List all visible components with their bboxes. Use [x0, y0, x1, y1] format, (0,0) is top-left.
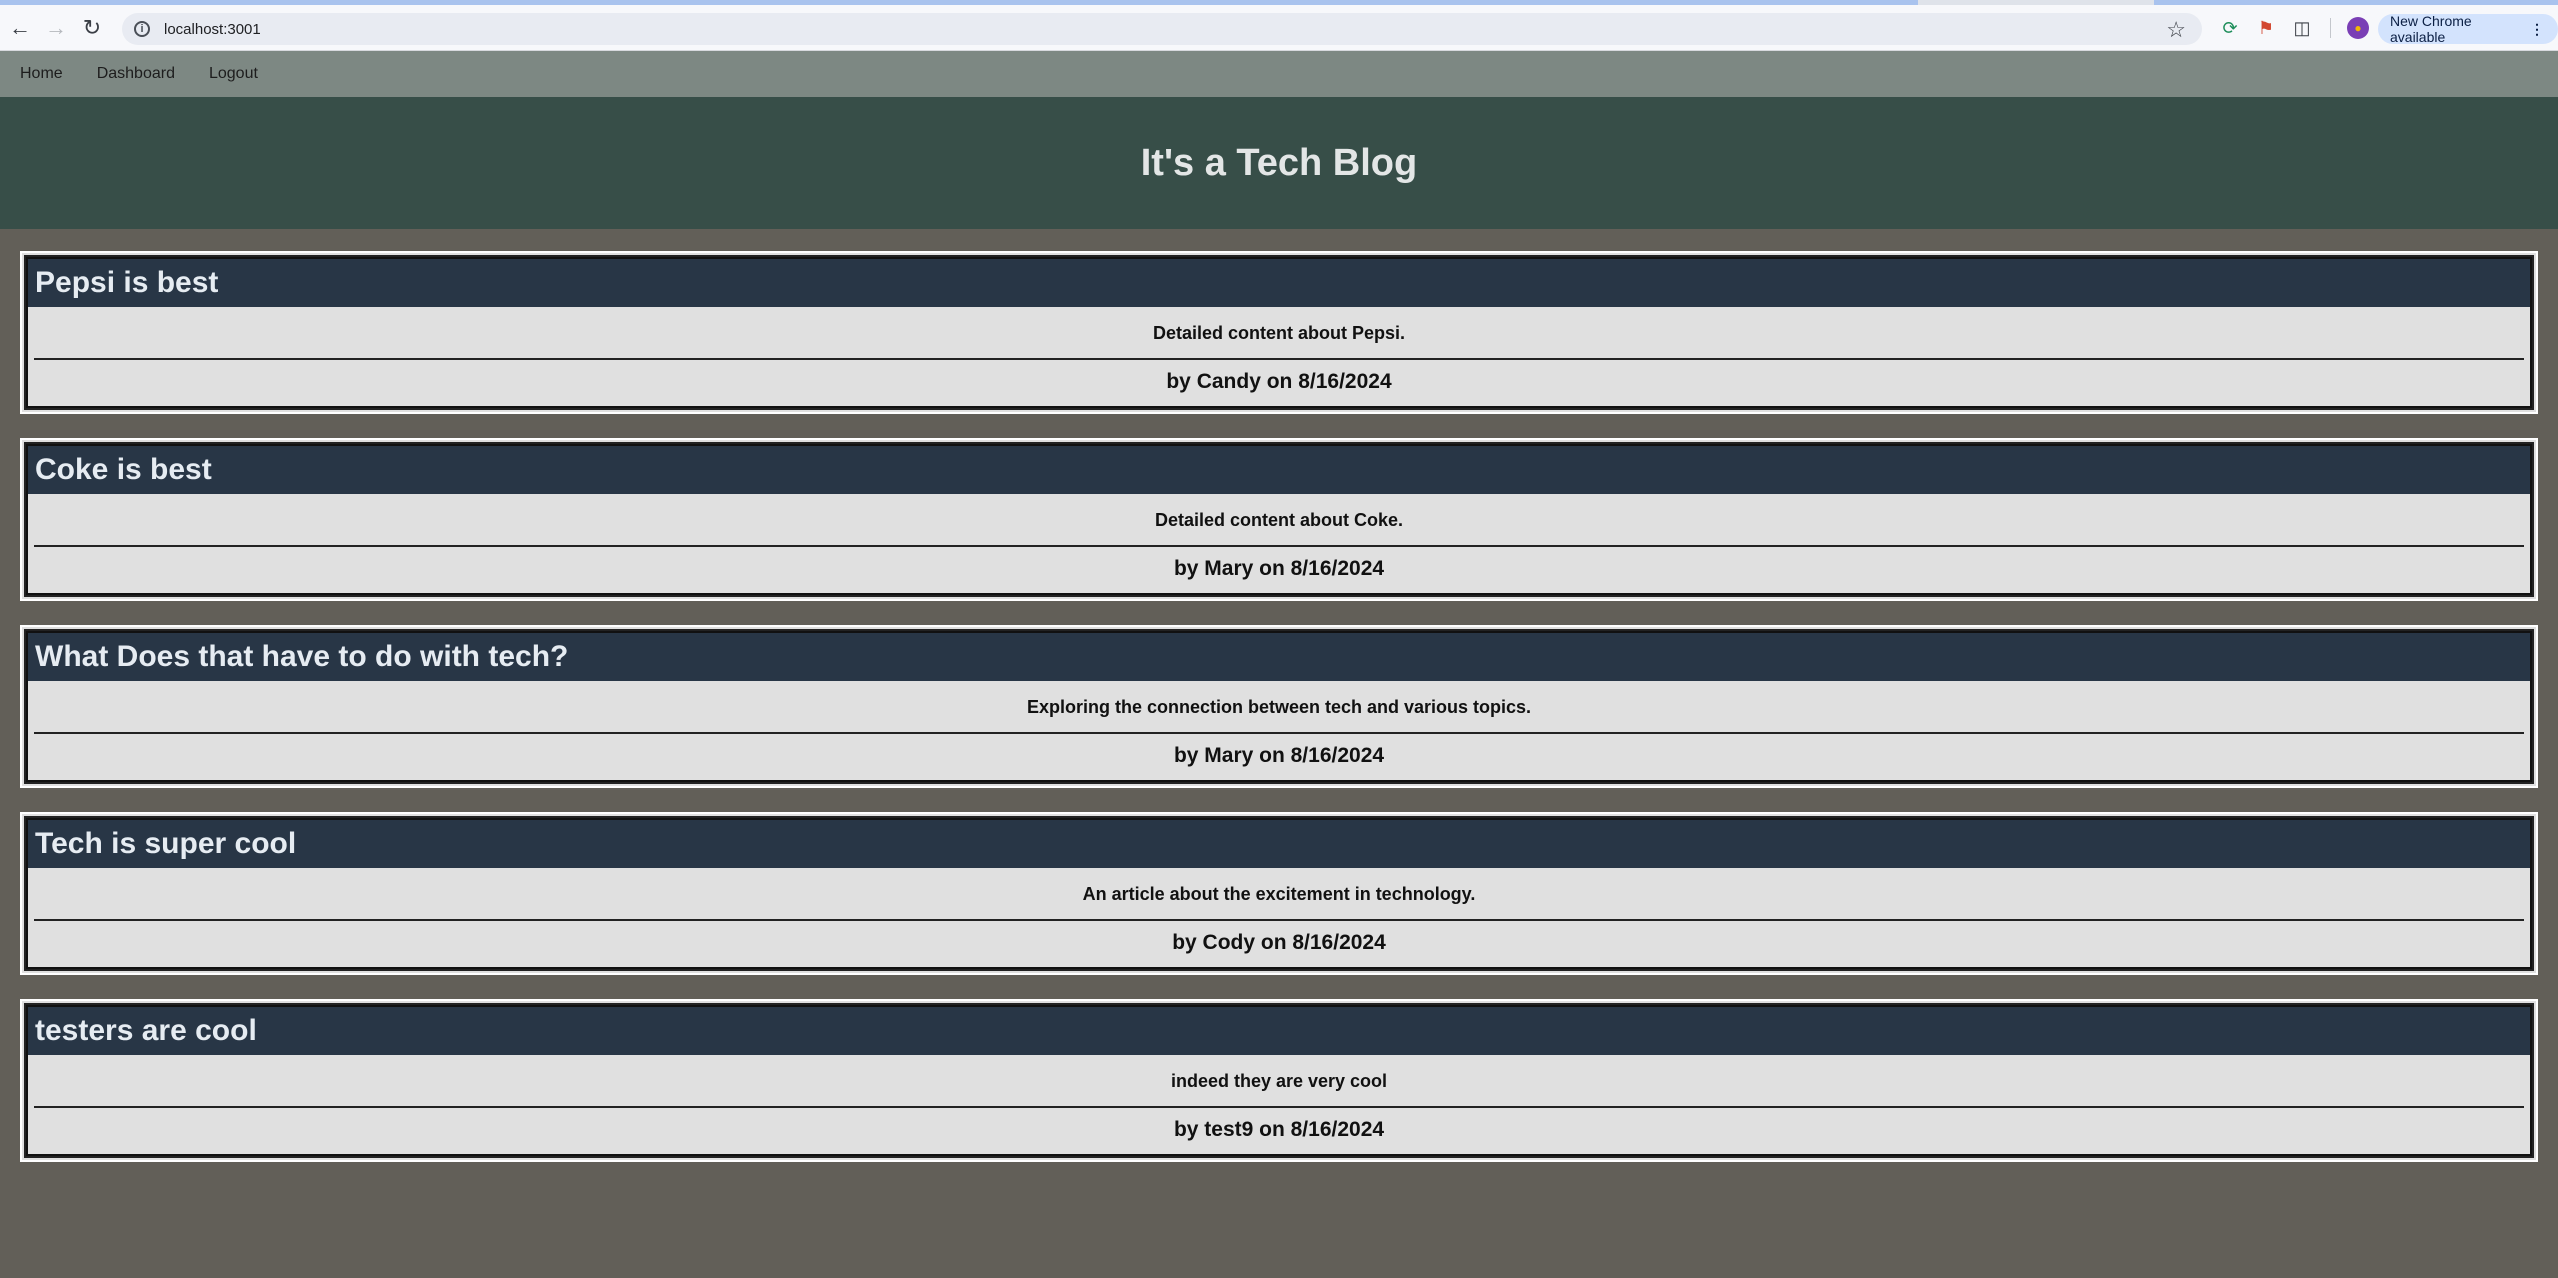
extension-sync-icon[interactable]: ⟳: [2214, 12, 2246, 44]
post-content: An article about the excitement in techn…: [34, 868, 2524, 921]
site-info-icon[interactable]: i: [134, 21, 150, 37]
post-card[interactable]: testers are cool indeed they are very co…: [20, 999, 2538, 1162]
nav-dashboard-link[interactable]: Dashboard: [97, 65, 175, 83]
post-card[interactable]: Tech is super cool An article about the …: [20, 812, 2538, 975]
site-nav: Home Dashboard Logout: [0, 51, 2558, 97]
chrome-update-button[interactable]: New Chrome available ⋮: [2378, 13, 2558, 45]
post-card[interactable]: Pepsi is best Detailed content about Pep…: [20, 251, 2538, 414]
chrome-update-label: New Chrome available: [2390, 13, 2472, 45]
post-content: Detailed content about Coke.: [34, 494, 2524, 547]
post-meta: by test9 on 8/16/2024: [1173, 1118, 1385, 1141]
post-content: Detailed content about Pepsi.: [34, 307, 2524, 360]
post-meta: by Mary on 8/16/2024: [1173, 557, 1385, 580]
toolbar-divider: [2330, 18, 2331, 38]
nav-logout-link[interactable]: Logout: [209, 65, 258, 83]
reload-icon[interactable]: ↻: [76, 12, 108, 44]
extensions-puzzle-icon[interactable]: ◫: [2286, 12, 2318, 44]
post-meta: by Mary on 8/16/2024: [1173, 744, 1385, 767]
site-header: It's a Tech Blog: [0, 97, 2558, 229]
page: ← → ↻ i localhost:3001 ☆ ⟳ ⚑ ◫ ● New Chr…: [0, 0, 2558, 1278]
back-arrow-icon[interactable]: ←: [4, 12, 36, 44]
address-bar-url[interactable]: localhost:3001: [164, 21, 261, 38]
post-title[interactable]: What Does that have to do with tech?: [28, 633, 2530, 681]
bookmark-star-icon[interactable]: ☆: [2166, 17, 2186, 43]
browser-toolbar: ← → ↻ i localhost:3001 ☆ ⟳ ⚑ ◫ ● New Chr…: [0, 5, 2558, 51]
post-card[interactable]: What Does that have to do with tech? Exp…: [20, 625, 2538, 788]
post-title[interactable]: Coke is best: [28, 446, 2530, 494]
extensions-area: ⟳ ⚑ ◫ ●: [2214, 12, 2377, 44]
posts-list: Pepsi is best Detailed content about Pep…: [0, 229, 2558, 1162]
post-meta: by Cody on 8/16/2024: [1172, 931, 1386, 954]
post-content: Exploring the connection between tech an…: [34, 681, 2524, 734]
forward-arrow-icon[interactable]: →: [40, 12, 72, 44]
post-title[interactable]: testers are cool: [28, 1007, 2530, 1055]
nav-home-link[interactable]: Home: [20, 65, 63, 83]
post-content: indeed they are very cool: [34, 1055, 2524, 1108]
post-title[interactable]: Pepsi is best: [28, 259, 2530, 307]
post-card[interactable]: Coke is best Detailed content about Coke…: [20, 438, 2538, 601]
profile-avatar-icon[interactable]: ●: [2347, 17, 2369, 39]
page-title: It's a Tech Blog: [1140, 141, 1418, 184]
post-title[interactable]: Tech is super cool: [28, 820, 2530, 868]
kebab-menu-icon[interactable]: ⋮: [2530, 21, 2544, 38]
address-bar[interactable]: i localhost:3001 ☆: [122, 13, 2202, 45]
extension-badge-icon[interactable]: ⚑: [2250, 12, 2282, 44]
post-meta: by Candy on 8/16/2024: [1166, 370, 1392, 393]
